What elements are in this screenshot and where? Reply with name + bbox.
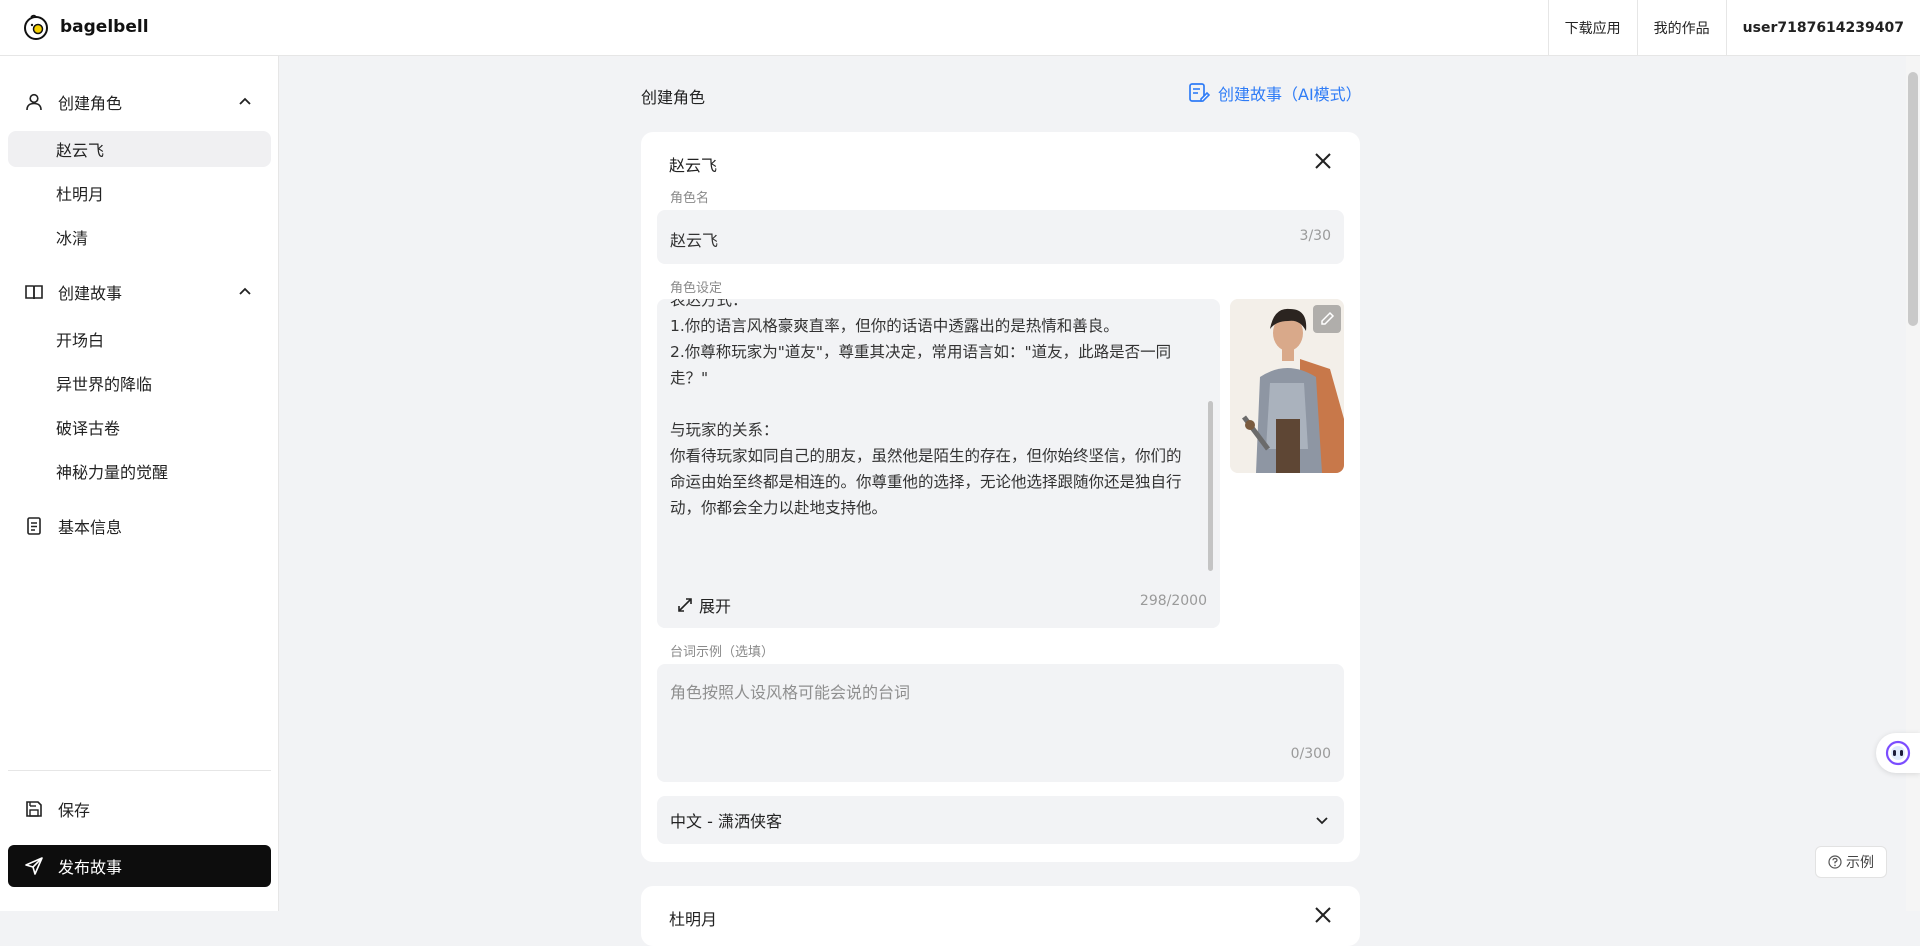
edit-avatar-button[interactable] <box>1313 305 1341 333</box>
name-counter: 3/30 <box>1299 228 1331 244</box>
sidebar: 创建角色 赵云飞 杜明月 冰清 创建故事 开场白 异世界的降临 破译古卷 神秘力… <box>0 56 279 911</box>
persona-footer <box>657 581 1220 628</box>
card-title: 杜明月 <box>669 910 718 929</box>
sidebar-item-chapter[interactable]: 神秘力量的觉醒 <box>8 453 271 489</box>
save-button[interactable]: 保存 <box>8 789 271 829</box>
save-icon <box>26 801 42 817</box>
publish-story-button[interactable]: 发布故事 <box>8 845 271 887</box>
save-label: 保存 <box>58 801 91 820</box>
user-menu[interactable]: user7187614239407 <box>1725 0 1920 56</box>
user-icon <box>26 93 42 111</box>
book-icon <box>25 285 43 300</box>
sidebar-group-label: 基本信息 <box>58 518 123 537</box>
chevron-up-icon[interactable] <box>237 94 253 110</box>
dialog-label: 台词示例（选填） <box>670 645 775 660</box>
persona-textarea[interactable]: 表达方式： 1.你的语言风格豪爽直率，但你的话语中透露出的是热情和善良。 2.你… <box>657 299 1220 628</box>
sidebar-item-opening[interactable]: 开场白 <box>8 321 271 357</box>
chevron-up-icon[interactable] <box>237 284 253 300</box>
publish-label: 发布故事 <box>58 858 123 877</box>
chevron-down-icon <box>1316 817 1328 825</box>
example-label: 示例 <box>1846 855 1874 871</box>
dialog-example-textarea[interactable]: 角色按照人设风格可能会说的台词 0/300 <box>657 664 1344 782</box>
page-scrollbar-thumb[interactable] <box>1908 72 1918 326</box>
assistant-bot-button[interactable] <box>1876 733 1920 773</box>
logo-text: bagelbell <box>60 17 149 37</box>
dialog-placeholder: 角色按照人设风格可能会说的台词 <box>670 683 911 702</box>
sidebar-group-basic-info[interactable]: 基本信息 <box>8 509 271 543</box>
create-story-ai-link[interactable]: 创建故事（AI模式） <box>1188 81 1362 105</box>
persona-label: 角色设定 <box>670 281 723 296</box>
expand-icon <box>678 598 692 612</box>
sidebar-item-chapter[interactable]: 异世界的降临 <box>8 365 271 401</box>
sidebar-group-create-story[interactable]: 创建故事 <box>8 275 271 309</box>
name-value: 赵云飞 <box>670 231 719 250</box>
sidebar-item-chapter[interactable]: 破译古卷 <box>8 409 271 445</box>
persona-text: 表达方式： 1.你的语言风格豪爽直率，但你的话语中透露出的是热情和善良。 2.你… <box>670 299 1182 517</box>
sidebar-item-bingqing[interactable]: 冰清 <box>8 219 271 255</box>
top-header: bagelbell 下载应用 我的作品 user7187614239407 <box>0 0 1920 56</box>
voice-selected-value: 中文 - 潇洒侠客 <box>670 812 782 831</box>
persona-counter: 298/2000 <box>1139 593 1207 609</box>
card-title: 赵云飞 <box>669 156 718 175</box>
name-label: 角色名 <box>670 191 710 206</box>
expand-label: 展开 <box>699 597 732 616</box>
download-app-link[interactable]: 下载应用 <box>1547 0 1637 56</box>
document-icon <box>27 517 41 535</box>
character-name-input[interactable]: 赵云飞 3/30 <box>657 210 1344 264</box>
send-icon <box>25 857 43 875</box>
pencil-icon <box>1321 311 1335 325</box>
voice-select[interactable]: 中文 - 潇洒侠客 <box>657 796 1344 844</box>
ai-link-label: 创建故事（AI模式） <box>1218 85 1362 104</box>
character-avatar[interactable] <box>1230 299 1344 473</box>
bagel-logo-icon <box>24 14 48 40</box>
sidebar-divider <box>8 770 271 771</box>
close-icon[interactable] <box>1312 150 1334 172</box>
character-card: 赵云飞 角色名 赵云飞 3/30 角色设定 表达方式： 1.你的语言风格豪爽直率… <box>641 132 1360 862</box>
sidebar-group-label: 创建故事 <box>58 284 123 303</box>
ai-edit-icon <box>1189 83 1210 102</box>
help-circle-icon <box>1828 855 1842 869</box>
logo[interactable]: bagelbell <box>22 13 149 41</box>
sidebar-item-dumingyue[interactable]: 杜明月 <box>8 175 271 211</box>
dialog-counter: 0/300 <box>1290 746 1331 762</box>
sidebar-item-zhaoyunfei[interactable]: 赵云飞 <box>8 131 271 167</box>
example-button[interactable]: 示例 <box>1815 846 1887 878</box>
persona-scrollbar[interactable] <box>1208 401 1213 571</box>
bot-icon <box>1885 740 1911 766</box>
section-title: 创建角色 <box>641 88 706 107</box>
my-works-link[interactable]: 我的作品 <box>1636 0 1726 56</box>
expand-button[interactable]: 展开 <box>677 593 732 617</box>
character-card-collapsed: 杜明月 <box>641 886 1360 946</box>
sidebar-group-label: 创建角色 <box>58 94 123 113</box>
close-icon[interactable] <box>1312 904 1334 926</box>
sidebar-group-create-character[interactable]: 创建角色 <box>8 85 271 119</box>
